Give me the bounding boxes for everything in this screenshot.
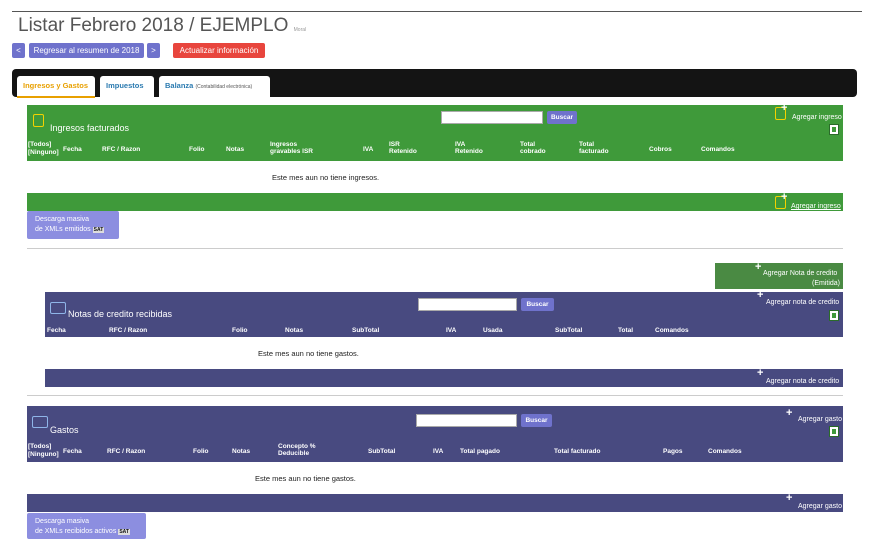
col-isr-retenido[interactable]: ISR Retenido	[389, 141, 424, 155]
add-ingreso-bottom-plus-icon: +	[781, 191, 788, 203]
gastos-col-total-pagado[interactable]: Total pagado	[460, 448, 500, 455]
notas-col-subtotal-2[interactable]: SubTotal	[555, 327, 582, 334]
notas-columns: Fecha RFC / Razon Folio Notas SubTotal I…	[45, 327, 843, 337]
section-divider-1	[27, 248, 843, 249]
col-rfc[interactable]: RFC / Razon	[102, 146, 140, 153]
gastos-col-fecha[interactable]: Fecha	[63, 448, 82, 455]
notas-col-subtotal[interactable]: SubTotal	[352, 327, 379, 334]
download-xml-emitidos-button[interactable]: Descarga masiva de XMLs emitidos SAT	[27, 211, 119, 239]
gastos-col-pagos[interactable]: Pagos	[663, 448, 683, 455]
notas-col-notas[interactable]: Notas	[285, 327, 303, 334]
download-recibidos-line1: Descarga masiva	[35, 518, 90, 525]
gastos-search-button[interactable]: Buscar	[521, 414, 552, 427]
gastos-columns: [Todos] [Ninguno] Fecha RFC / Razon Foli…	[27, 443, 843, 461]
gastos-search-input[interactable]	[416, 414, 517, 427]
notas-col-fecha[interactable]: Fecha	[47, 327, 66, 334]
add-nota-bottom-plus-icon: +	[757, 367, 764, 379]
download-xml-recibidos-button[interactable]: Descarga masiva de XMLs recibidos activos…	[27, 513, 146, 539]
section-divider-2	[27, 395, 843, 396]
ingresos-excel-icon[interactable]	[829, 124, 839, 135]
gastos-empty-message: Este mes aun no tiene gastos.	[255, 474, 356, 483]
notas-search-input[interactable]	[418, 298, 517, 311]
notas-folder-icon	[50, 302, 66, 314]
gastos-col-notas[interactable]: Notas	[232, 448, 250, 455]
page-subtitle: Moral	[293, 27, 307, 33]
col-comandos: Comandos	[701, 146, 735, 153]
download-emitidos-line2: de XMLs emitidos SAT	[35, 226, 105, 233]
tab-impuestos[interactable]: Impuestos	[100, 76, 154, 98]
gastos-select-all-link[interactable]: [Todos]	[28, 443, 51, 450]
notas-col-folio[interactable]: Folio	[232, 327, 248, 334]
top-divider	[12, 11, 862, 12]
gastos-excel-icon[interactable]	[829, 426, 839, 437]
add-credit-emitida-label: Agregar Nota de credito	[763, 270, 838, 277]
add-gasto-bottom-link[interactable]: Agregar gasto	[798, 503, 842, 510]
ingresos-empty-message: Este mes aun no tiene ingresos.	[272, 173, 380, 182]
tab-balanza[interactable]: Balanza (Contabilidad electrónica)	[159, 76, 270, 98]
gastos-col-subtotal[interactable]: SubTotal	[368, 448, 395, 455]
col-fecha[interactable]: Fecha	[63, 146, 82, 153]
notas-footer-bar	[45, 369, 843, 387]
col-iva-retenido[interactable]: IVA Retenido	[455, 141, 490, 155]
add-gasto-bottom-plus-icon: +	[786, 492, 793, 504]
gastos-col-concepto[interactable]: Concepto % Deducible	[278, 443, 323, 457]
ingresos-columns: [Todos] [Ninguno] Fecha RFC / Razon Foli…	[27, 141, 843, 161]
add-ingreso-bottom-link[interactable]: Agregar ingreso	[791, 203, 841, 210]
add-gasto-plus-icon: +	[786, 407, 793, 419]
col-total-cobrado[interactable]: Total cobrado	[520, 141, 555, 155]
gastos-footer-bar	[27, 494, 843, 512]
sat-icon: SAT	[92, 227, 105, 233]
notas-col-iva[interactable]: IVA	[446, 327, 456, 334]
gastos-col-comandos: Comandos	[708, 448, 742, 455]
notas-col-usada[interactable]: Usada	[483, 327, 503, 334]
add-nota-plus-icon: +	[757, 289, 764, 301]
add-credit-emitida-plus-icon: +	[755, 261, 762, 273]
prev-year-button[interactable]: <	[12, 43, 25, 58]
notas-col-comandos: Comandos	[655, 327, 689, 334]
ingresos-search-button[interactable]: Buscar	[547, 111, 577, 124]
next-year-button[interactable]: >	[147, 43, 160, 58]
gastos-select-none-link[interactable]: [Ninguno]	[28, 451, 59, 458]
page-title: Listar Febrero 2018 / EJEMPLO Moral	[18, 15, 307, 36]
col-ingresos-gravables[interactable]: Ingresos gravables ISR	[270, 141, 315, 155]
download-recibidos-line2: de XMLs recibidos activos SAT	[35, 528, 130, 535]
sat-icon-2: SAT	[118, 529, 130, 535]
col-total-facturado[interactable]: Total facturado	[579, 141, 617, 155]
notas-empty-message: Este mes aun no tiene gastos.	[258, 349, 359, 358]
ingresos-search-input[interactable]	[441, 111, 543, 124]
add-gasto-top-link[interactable]: Agregar gasto	[798, 416, 842, 423]
select-none-link[interactable]: [Ninguno]	[28, 149, 59, 156]
notas-excel-icon[interactable]	[829, 310, 839, 321]
col-notas[interactable]: Notas	[226, 146, 244, 153]
select-all-link[interactable]: [Todos]	[28, 141, 51, 148]
notas-col-rfc[interactable]: RFC / Razon	[109, 327, 147, 334]
tab-ingresos-gastos[interactable]: Ingresos y Gastos	[17, 76, 95, 98]
back-to-summary-button[interactable]: Regresar al resumen de 2018	[29, 43, 144, 58]
col-iva[interactable]: IVA	[363, 146, 373, 153]
ingresos-footer-bar	[27, 193, 843, 211]
add-ingreso-top-link[interactable]: Agregar ingreso	[792, 114, 842, 121]
gastos-col-folio[interactable]: Folio	[193, 448, 209, 455]
ingresos-header-bar	[27, 105, 843, 138]
add-nota-top-link[interactable]: Agregar nota de credito	[766, 299, 839, 306]
notas-title: Notas de credito recibidas	[68, 309, 173, 319]
gastos-col-iva[interactable]: IVA	[433, 448, 443, 455]
add-ingreso-plus-icon: +	[781, 102, 788, 114]
gastos-col-total-facturado[interactable]: Total facturado	[554, 448, 600, 455]
notas-search-button[interactable]: Buscar	[521, 298, 554, 311]
notas-col-total[interactable]: Total	[618, 327, 633, 334]
gastos-title: Gastos	[50, 425, 79, 435]
gastos-folder-icon	[32, 416, 48, 428]
col-folio[interactable]: Folio	[189, 146, 205, 153]
gastos-col-rfc[interactable]: RFC / Razon	[107, 448, 145, 455]
ingresos-doc-icon	[33, 114, 44, 127]
download-emitidos-line1: Descarga masiva	[35, 216, 90, 223]
col-cobros[interactable]: Cobros	[649, 146, 672, 153]
add-nota-bottom-link[interactable]: Agregar nota de credito	[766, 378, 839, 385]
update-info-button[interactable]: Actualizar información	[173, 43, 265, 58]
ingresos-title: Ingresos facturados	[50, 123, 130, 133]
add-credit-emitida-sub: (Emitida)	[812, 280, 841, 287]
tab-balanza-note: (Contabilidad electrónica)	[195, 84, 253, 90]
